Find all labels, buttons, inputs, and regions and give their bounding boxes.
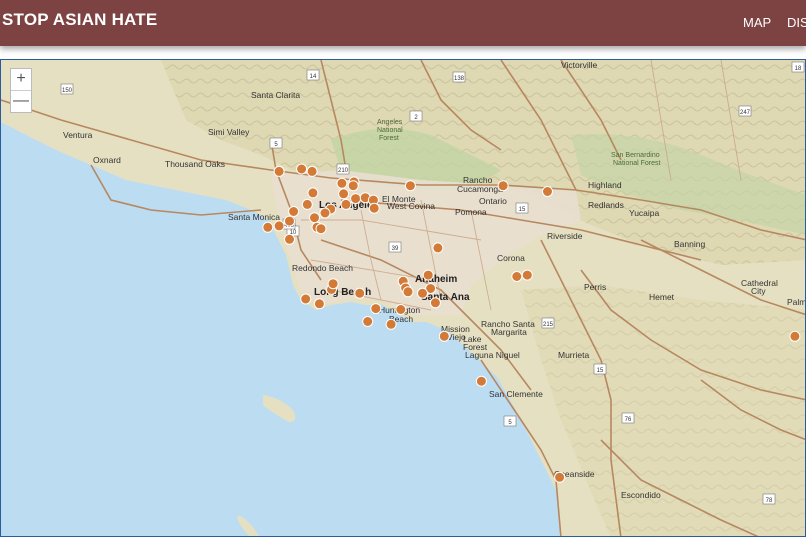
- svg-text:Pomona: Pomona: [455, 207, 487, 217]
- svg-text:Riverside: Riverside: [547, 231, 583, 241]
- incident-marker[interactable]: [417, 287, 428, 299]
- route-number: 210: [338, 168, 349, 174]
- svg-text:San Clemente: San Clemente: [489, 389, 543, 399]
- incident-marker[interactable]: [404, 180, 416, 192]
- incident-marker[interactable]: [554, 471, 566, 483]
- incident-marker[interactable]: [309, 212, 320, 224]
- incident-marker[interactable]: [354, 287, 366, 299]
- svg-text:Santa Monica: Santa Monica: [228, 212, 280, 222]
- incident-marker[interactable]: [432, 242, 444, 254]
- incident-marker[interactable]: [300, 293, 312, 305]
- map-canvas[interactable]: Victorville Santa Clarita Simi Valley Ve…: [1, 60, 806, 537]
- svg-text:Banning: Banning: [674, 239, 705, 249]
- svg-text:Redlands: Redlands: [588, 200, 624, 210]
- incident-map[interactable]: Victorville Santa Clarita Simi Valley Ve…: [0, 59, 806, 537]
- svg-text:Victorville: Victorville: [561, 60, 597, 70]
- incident-marker[interactable]: [429, 297, 441, 309]
- svg-text:Highland: Highland: [588, 180, 622, 190]
- route-number: 247: [740, 110, 751, 116]
- route-number: 14: [310, 74, 317, 80]
- svg-text:Murrieta: Murrieta: [558, 350, 589, 360]
- route-number: 18: [795, 66, 802, 72]
- incident-marker[interactable]: [340, 198, 352, 210]
- zoom-out-button[interactable]: —: [11, 90, 31, 112]
- incident-marker[interactable]: [350, 193, 362, 205]
- incident-marker[interactable]: [511, 271, 523, 282]
- site-title[interactable]: STOP ASIAN HATE: [2, 10, 157, 30]
- app-header: STOP ASIAN HATE MAP DIS: [0, 0, 806, 46]
- svg-text:Thousand Oaks: Thousand Oaks: [165, 159, 225, 169]
- svg-text:Margarita: Margarita: [491, 327, 527, 337]
- incident-marker[interactable]: [262, 221, 274, 233]
- incident-marker[interactable]: [395, 304, 407, 315]
- svg-text:Anaheim: Anaheim: [415, 274, 457, 285]
- incident-marker[interactable]: [336, 177, 348, 189]
- incident-marker[interactable]: [327, 278, 339, 290]
- incident-marker[interactable]: [385, 318, 397, 330]
- incident-marker[interactable]: [362, 316, 374, 327]
- svg-text:City: City: [751, 286, 766, 296]
- route-number: 150: [62, 88, 73, 94]
- svg-text:Angeles: Angeles: [377, 119, 403, 126]
- zoom-in-button[interactable]: +: [11, 69, 31, 90]
- svg-text:Escondido: Escondido: [621, 490, 661, 500]
- incident-marker[interactable]: [497, 180, 509, 192]
- incident-marker[interactable]: [284, 215, 295, 227]
- incident-marker[interactable]: [347, 180, 359, 192]
- incident-marker[interactable]: [319, 207, 331, 219]
- incident-marker[interactable]: [301, 198, 313, 210]
- incident-marker[interactable]: [273, 220, 285, 232]
- svg-text:Hemet: Hemet: [649, 292, 675, 302]
- route-number: 15: [519, 207, 526, 213]
- svg-text:Simi Valley: Simi Valley: [208, 127, 250, 137]
- svg-text:San Bernardino: San Bernardino: [611, 152, 660, 159]
- svg-text:Santa Ana: Santa Ana: [421, 292, 470, 303]
- nav-dis-link[interactable]: DIS: [787, 15, 806, 30]
- incident-marker[interactable]: [789, 330, 801, 342]
- zoom-control: + —: [10, 68, 32, 113]
- svg-text:Oxnard: Oxnard: [93, 155, 121, 165]
- svg-text:West Covina: West Covina: [387, 201, 435, 211]
- svg-text:Palm: Palm: [787, 297, 806, 307]
- incident-marker[interactable]: [542, 186, 553, 197]
- nav-map-link[interactable]: MAP: [743, 15, 771, 30]
- incident-marker[interactable]: [338, 188, 350, 200]
- route-number: 76: [625, 417, 632, 423]
- incident-marker[interactable]: [368, 202, 380, 214]
- route-number: 39: [392, 246, 399, 252]
- incident-marker[interactable]: [521, 269, 533, 281]
- incident-marker[interactable]: [288, 206, 300, 217]
- incident-marker[interactable]: [422, 269, 434, 281]
- incident-marker[interactable]: [438, 330, 450, 342]
- route-number: 78: [766, 498, 773, 504]
- svg-text:Ontario: Ontario: [479, 196, 507, 206]
- incident-marker[interactable]: [313, 298, 325, 310]
- svg-text:National Forest: National Forest: [613, 160, 661, 167]
- incident-marker[interactable]: [273, 165, 285, 177]
- incident-marker[interactable]: [296, 163, 308, 175]
- route-number: 138: [454, 76, 465, 82]
- incident-marker[interactable]: [284, 233, 295, 245]
- svg-text:Yucaipa: Yucaipa: [629, 208, 660, 218]
- incident-marker[interactable]: [315, 223, 327, 235]
- svg-text:Ventura: Ventura: [63, 130, 93, 140]
- svg-text:Redondo Beach: Redondo Beach: [292, 263, 353, 273]
- svg-text:National: National: [377, 127, 403, 134]
- svg-text:Forest: Forest: [379, 135, 399, 142]
- route-number: 15: [597, 368, 604, 374]
- svg-text:Perris: Perris: [584, 282, 606, 292]
- incident-marker[interactable]: [370, 303, 382, 315]
- incident-marker[interactable]: [306, 165, 318, 177]
- svg-text:Corona: Corona: [497, 253, 525, 263]
- incident-marker[interactable]: [307, 187, 319, 199]
- incident-marker[interactable]: [475, 375, 487, 387]
- svg-text:Cucamonga: Cucamonga: [457, 184, 503, 194]
- incident-marker[interactable]: [402, 286, 414, 298]
- svg-text:Santa Clarita: Santa Clarita: [251, 90, 300, 100]
- route-number: 215: [543, 322, 554, 328]
- svg-text:Laguna Niguel: Laguna Niguel: [465, 350, 520, 360]
